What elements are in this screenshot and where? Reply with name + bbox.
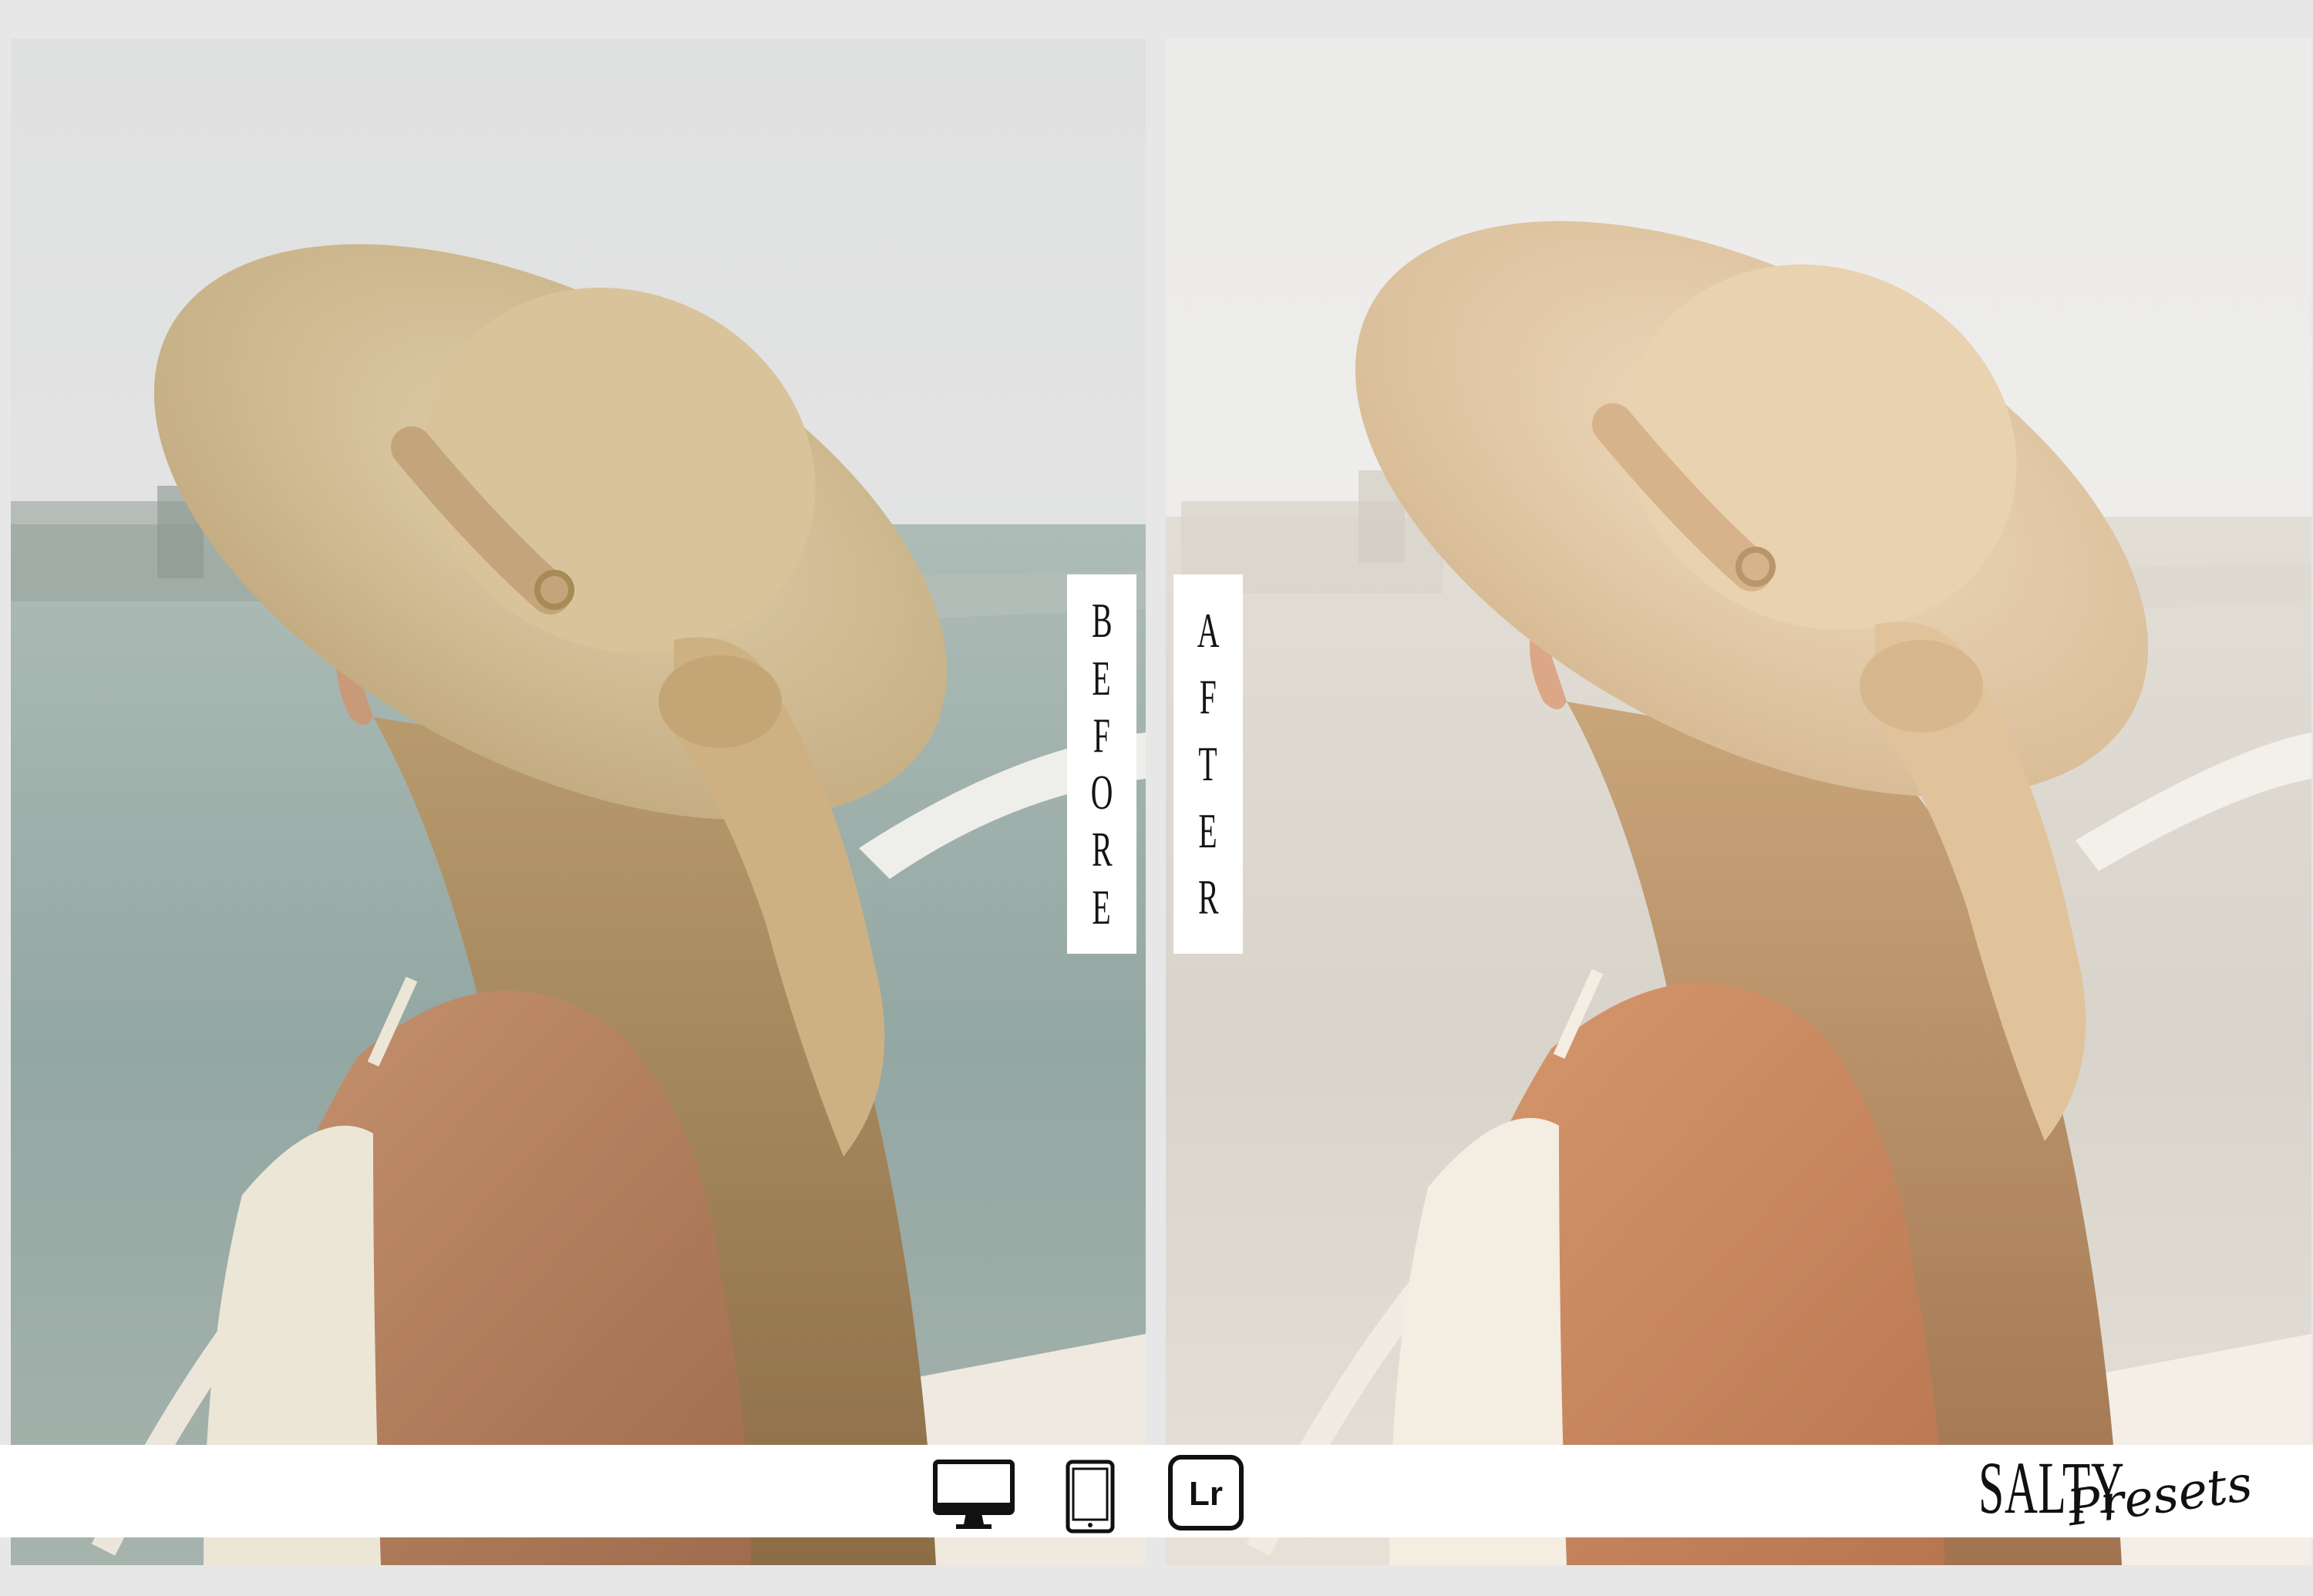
after-letter: F: [1199, 669, 1217, 725]
before-letter: E: [1092, 650, 1112, 705]
brand-logo: SALTY Presets: [1889, 1449, 2256, 1537]
lightroom-text: Lr: [1189, 1475, 1223, 1513]
monitor-icon: [933, 1460, 1015, 1530]
before-letter: E: [1092, 879, 1112, 934]
after-label: A F T E R: [1173, 574, 1243, 954]
after-photo: [1166, 39, 2311, 1565]
before-photo-illustration: [11, 39, 1146, 1565]
before-letter: O: [1090, 765, 1113, 820]
lightroom-icon: Lr: [1167, 1454, 1244, 1531]
tablet-icon: [1066, 1460, 1115, 1534]
before-letter: R: [1091, 822, 1113, 877]
after-letter: T: [1198, 736, 1218, 791]
before-letter: F: [1093, 707, 1111, 763]
before-letter: B: [1091, 593, 1113, 648]
before-photo: [11, 39, 1146, 1565]
before-label: B E F O R E: [1067, 574, 1136, 954]
after-letter: A: [1197, 602, 1220, 658]
after-letter: R: [1197, 870, 1219, 925]
after-letter: E: [1198, 803, 1218, 858]
after-photo-illustration: [1166, 39, 2311, 1565]
